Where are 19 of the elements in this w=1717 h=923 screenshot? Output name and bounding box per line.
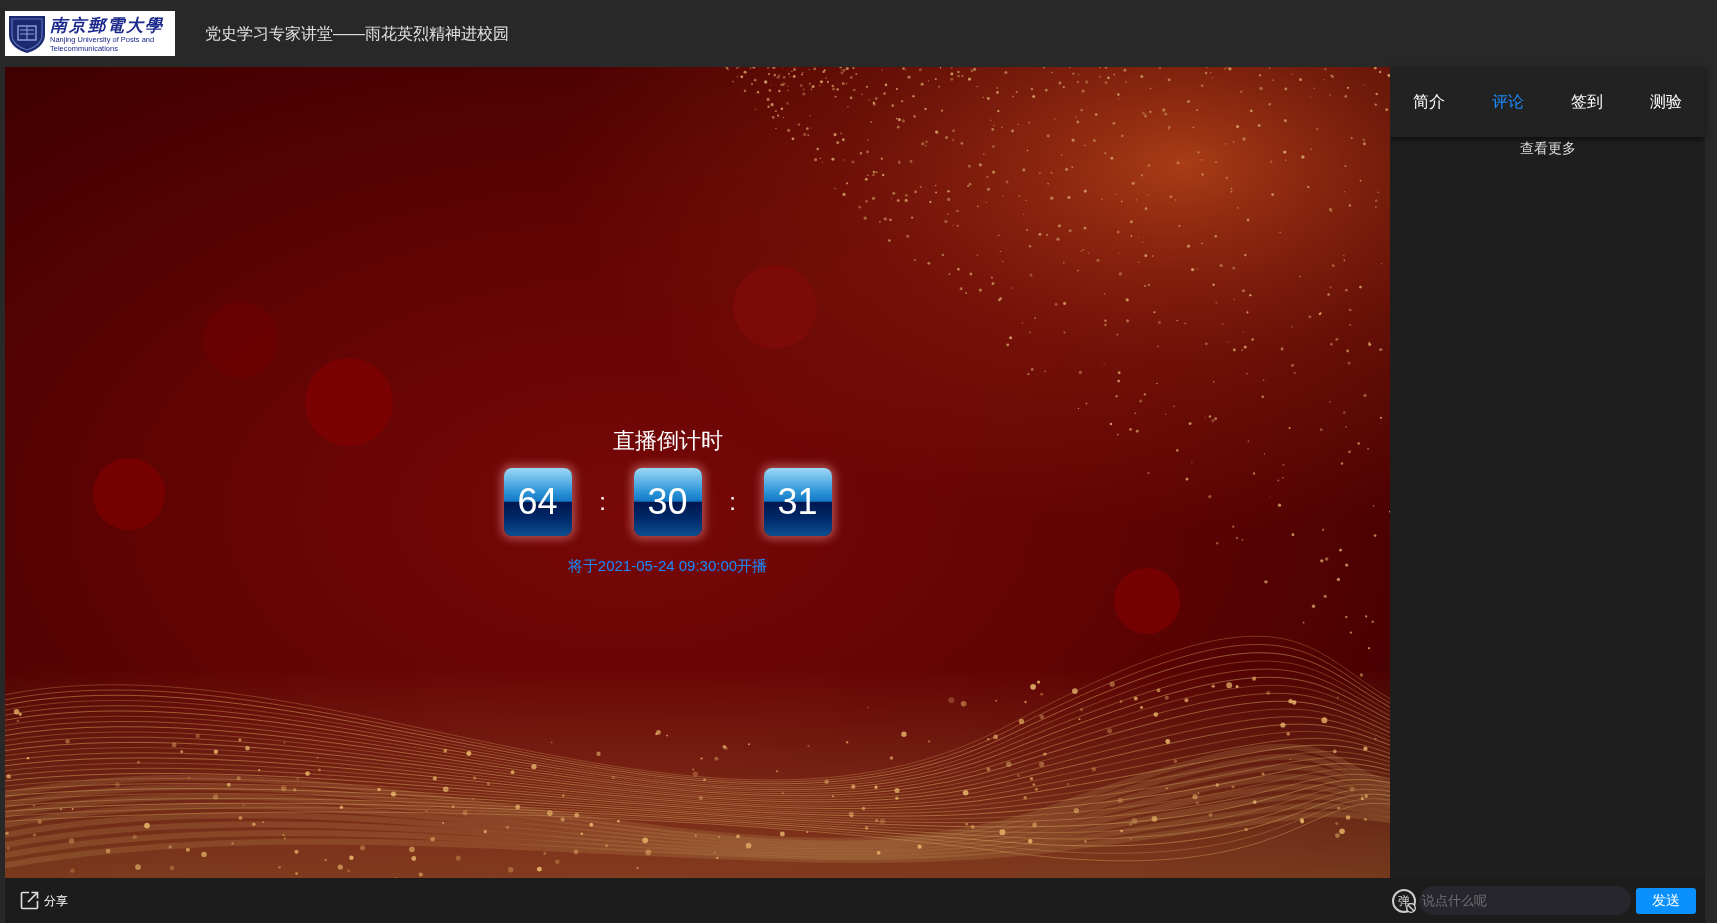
countdown-tile: 30 — [633, 467, 702, 536]
countdown-tile: 31 — [763, 467, 832, 536]
start-time-note: 将于2021-05-24 09:30:00开播 — [567, 555, 768, 576]
panel-tab[interactable]: 签到 — [1547, 67, 1627, 137]
danmaku-toggle[interactable]: 弹 — [1392, 888, 1416, 913]
logo-wordmark: 南京郵電大學 — [50, 14, 164, 36]
shield-emblem-icon — [7, 13, 47, 54]
external-link-icon — [20, 891, 39, 910]
panel-tab[interactable]: 测验 — [1626, 67, 1705, 137]
colon-separator: : — [728, 486, 737, 517]
comment-input[interactable]: 说点什么呢 — [1419, 886, 1631, 915]
countdown-title: 直播倒计时 — [612, 426, 723, 455]
panel-tab[interactable]: 评论 — [1468, 67, 1548, 137]
view-more-link[interactable]: 查看更多 — [1519, 139, 1576, 157]
countdown-tile: 64 — [503, 467, 572, 536]
share-button[interactable]: 分享 — [20, 891, 68, 910]
colon-separator: : — [598, 486, 607, 517]
page-title: 党史学习专家讲堂——雨花英烈精神进校园 — [205, 23, 509, 44]
panel-tab[interactable]: 简介 — [1390, 67, 1469, 137]
